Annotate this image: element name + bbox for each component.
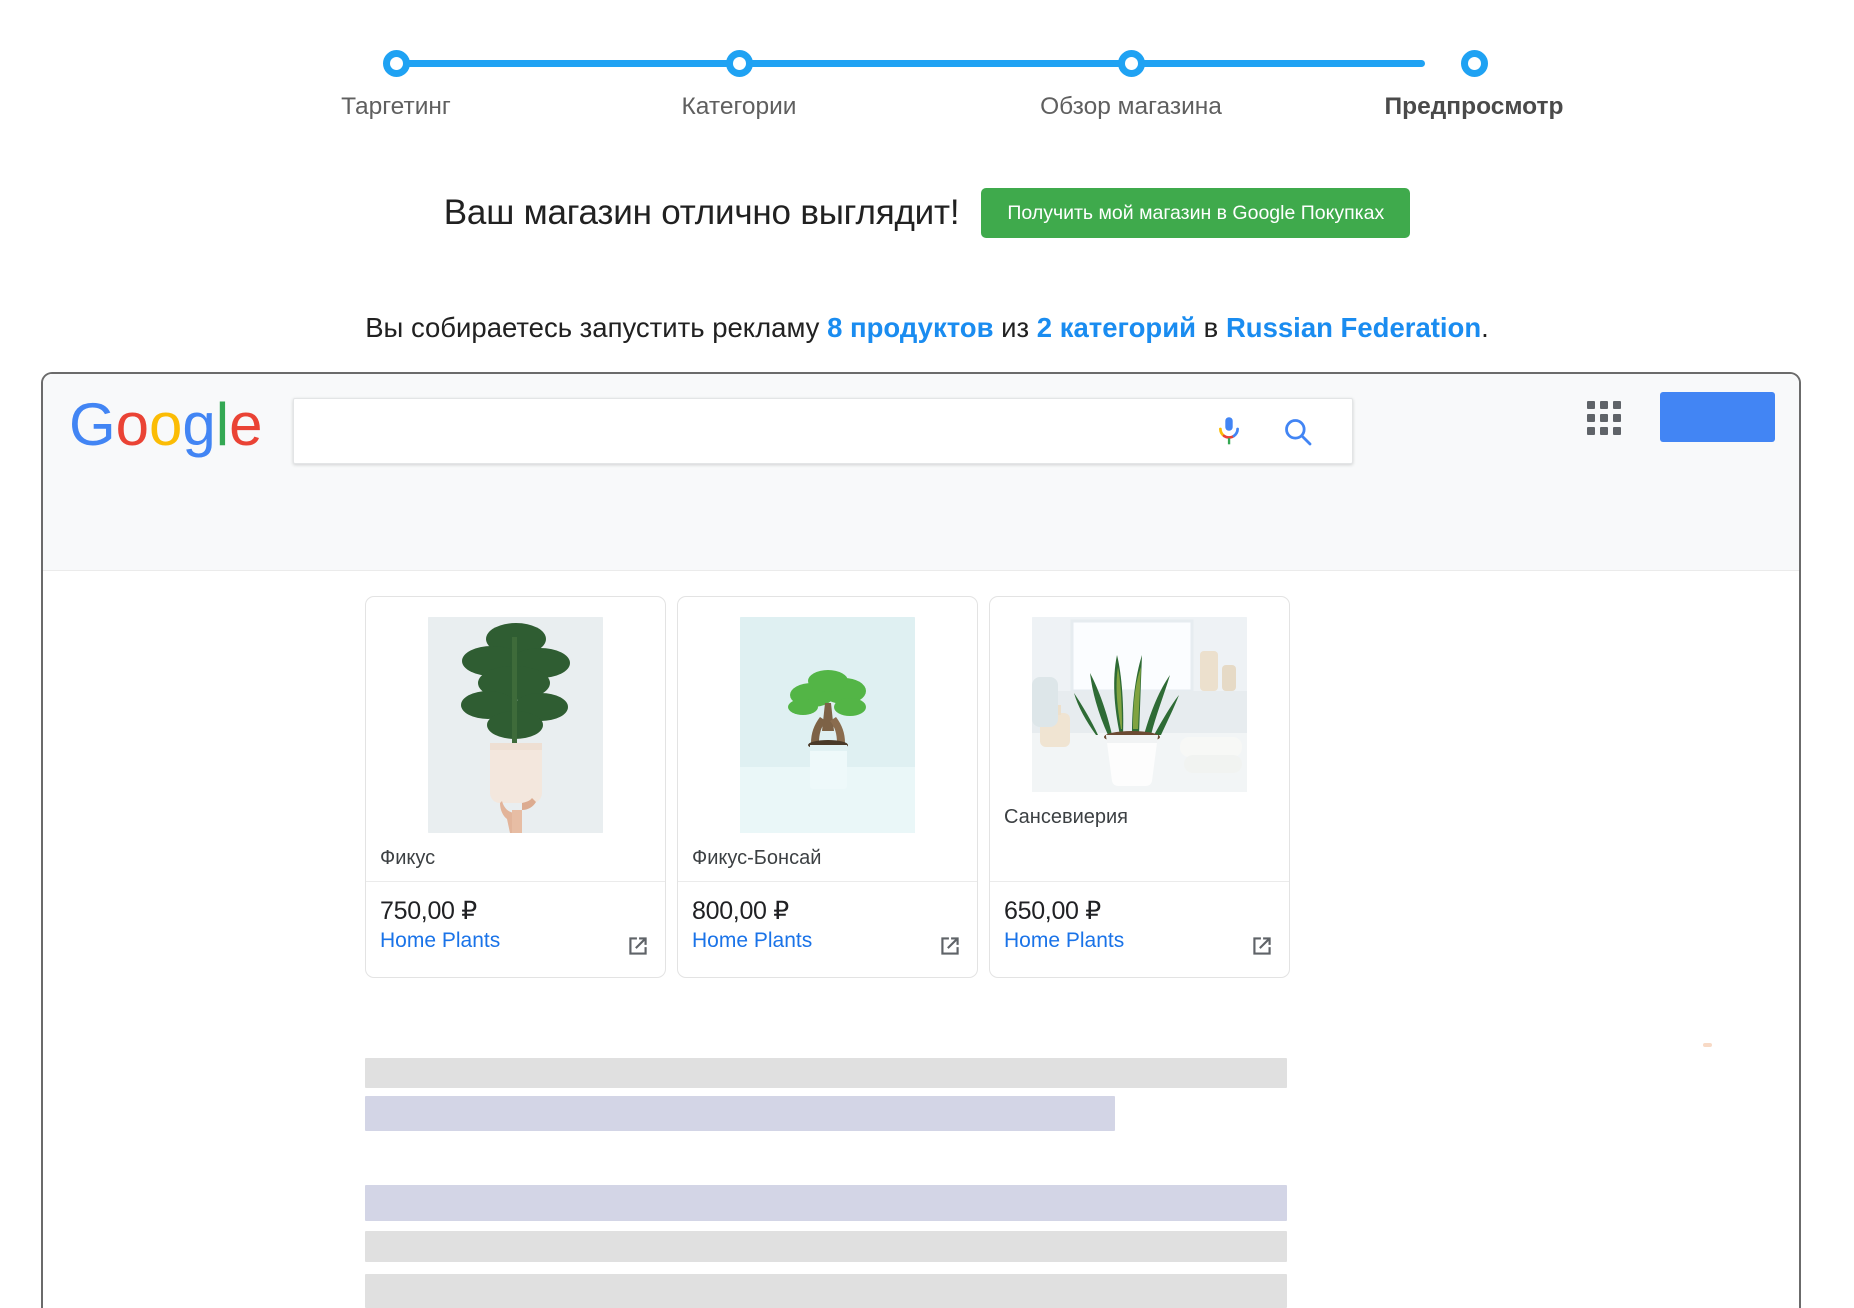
apps-grid-dot (1600, 414, 1608, 422)
get-store-on-google-shopping-button[interactable]: Получить мой магазин в Google Покупках (981, 188, 1411, 238)
search-results-area: Фикус 750,00 ₽ Home Plants Фикус-Бонсай … (43, 571, 1799, 1308)
stepper-track (396, 60, 1425, 67)
summary-connector: в (1196, 312, 1226, 343)
apps-grid-dot (1600, 401, 1608, 409)
google-logo: Google (69, 391, 269, 462)
search-box[interactable] (293, 398, 1353, 464)
step-dot-icon (1117, 50, 1145, 77)
google-logo-svg: Google (69, 391, 263, 458)
product-card-bottom: 650,00 ₽ Home Plants (990, 881, 1289, 977)
product-card-top: Фикус-Бонсай (678, 597, 977, 881)
product-image-ficus-bonsai (740, 617, 915, 833)
skeleton-bar (365, 1185, 1287, 1221)
summary-categories-count: 2 категорий (1036, 312, 1197, 343)
product-merchant-link[interactable]: Home Plants (380, 929, 651, 953)
step-dot-icon (725, 50, 753, 77)
skeleton-bar (365, 1058, 1287, 1088)
stepper-step-label: Обзор магазина (1040, 93, 1222, 120)
product-merchant-link[interactable]: Home Plants (1004, 929, 1275, 953)
summary-products-count: 8 продуктов (827, 312, 994, 343)
google-search-header: Google (43, 374, 1799, 571)
external-link-icon[interactable] (937, 933, 963, 959)
product-price: 650,00 ₽ (1004, 897, 1101, 925)
product-card-bottom: 750,00 ₽ Home Plants (366, 881, 665, 977)
campaign-summary-text: Вы собираетесь запустить рекламу 8 проду… (0, 312, 1854, 344)
product-card[interactable]: Сансевиерия 650,00 ₽ Home Plants (989, 596, 1290, 978)
product-card-top: Сансевиерия (990, 597, 1289, 881)
google-shopping-preview-panel: Google Фикус 750,00 ₽ Home Plants Фикус-… (41, 372, 1801, 1308)
stepper-step-store-overview[interactable]: Обзор магазина (1016, 20, 1246, 121)
page-title: Ваш магазин отлично выглядит! (443, 193, 960, 232)
sign-in-button[interactable] (1660, 392, 1775, 442)
stepper-step-preview[interactable]: Предпросмотр (1359, 20, 1589, 121)
apps-grid-dot (1600, 427, 1608, 435)
product-price: 800,00 ₽ (692, 897, 789, 925)
apps-grid-dot (1613, 427, 1621, 435)
product-card-bottom: 800,00 ₽ Home Plants (678, 881, 977, 977)
skeleton-bar (365, 1096, 1115, 1131)
render-artifact (1703, 1043, 1712, 1047)
summary-suffix: . (1481, 312, 1489, 343)
skeleton-bar (365, 1231, 1287, 1262)
search-input[interactable] (308, 399, 1188, 463)
summary-location: Russian Federation (1225, 312, 1482, 343)
svg-text:Google: Google (69, 392, 263, 458)
product-title: Фикус-Бонсай (692, 847, 822, 869)
apps-grid-dot (1587, 401, 1595, 409)
product-card-top: Фикус (366, 597, 665, 881)
product-image-sansevieria (1032, 617, 1247, 792)
step-dot-icon (382, 50, 410, 77)
apps-grid-dot (1613, 401, 1621, 409)
microphone-icon[interactable] (1214, 416, 1244, 448)
skeleton-bar (365, 1274, 1287, 1308)
stepper-step-label: Категории (681, 93, 797, 120)
product-merchant-link[interactable]: Home Plants (692, 929, 963, 953)
product-image-ficus (428, 617, 603, 833)
step-dot-icon (1460, 50, 1488, 77)
external-link-icon[interactable] (625, 933, 651, 959)
apps-grid-dot (1587, 414, 1595, 422)
product-title: Сансевиерия (1004, 806, 1129, 828)
headline-row: Ваш магазин отлично выглядит! Получить м… (0, 188, 1854, 238)
external-link-icon[interactable] (1249, 933, 1275, 959)
search-icon[interactable] (1282, 416, 1314, 448)
summary-prefix: Вы собираетесь запустить рекламу (365, 312, 828, 343)
product-card[interactable]: Фикус-Бонсай 800,00 ₽ Home Plants (677, 596, 978, 978)
apps-grid-icon[interactable] (1587, 401, 1621, 435)
stepper-step-targeting[interactable]: Таргетинг (330, 20, 462, 121)
stepper-step-label: Таргетинг (341, 93, 451, 120)
summary-middle: из (993, 312, 1037, 343)
product-card[interactable]: Фикус 750,00 ₽ Home Plants (365, 596, 666, 978)
apps-grid-dot (1587, 427, 1595, 435)
stepper-step-categories[interactable]: Категории (673, 20, 805, 121)
product-price: 750,00 ₽ (380, 897, 477, 925)
apps-grid-dot (1613, 414, 1621, 422)
progress-stepper: Таргетинг Категории Обзор магазина Предп… (330, 20, 1563, 121)
product-title: Фикус (380, 847, 436, 869)
shopping-product-row: Фикус 750,00 ₽ Home Plants Фикус-Бонсай … (365, 596, 1290, 978)
stepper-step-label: Предпросмотр (1384, 93, 1564, 120)
